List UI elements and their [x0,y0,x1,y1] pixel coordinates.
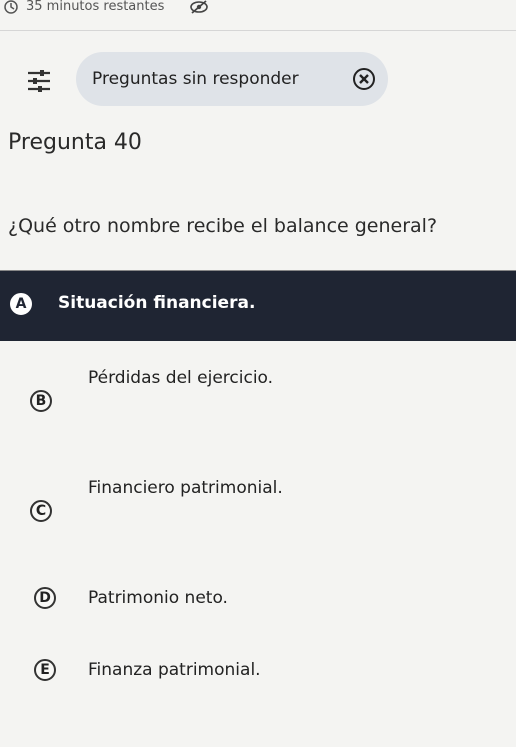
close-circle-icon[interactable] [352,67,376,91]
eye-off-icon[interactable] [190,0,208,14]
filter-icon[interactable] [26,68,52,94]
clock-icon [4,0,18,14]
question-text: ¿Qué otro nombre recibe el balance gener… [8,215,438,237]
option-text: Patrimonio neto. [88,588,228,608]
option-text: Finanza patrimonial. [88,660,261,680]
question-number: Pregunta 40 [8,130,142,155]
answer-option-d[interactable]: D Patrimonio neto. [0,580,516,620]
option-text: Financiero patrimonial. [88,478,283,498]
option-letter-badge: D [34,587,56,609]
answer-option-e[interactable]: E Finanza patrimonial. [0,652,516,692]
option-text: Situación financiera. [58,293,256,313]
time-remaining: 35 minutos restantes [26,0,165,14]
unanswered-filter-chip[interactable]: Preguntas sin responder [76,52,388,106]
answer-option-b[interactable]: B Pérdidas del ejercicio. [0,360,516,420]
timer-bar: 35 minutos restantes [0,0,516,31]
option-letter-badge: B [30,390,52,412]
answer-option-c[interactable]: C Financiero patrimonial. [0,470,516,530]
answer-option-a[interactable]: A Situación financiera. [0,270,516,341]
option-letter-badge: C [30,500,52,522]
unanswered-filter-label: Preguntas sin responder [92,69,299,89]
option-letter-badge: A [10,293,32,315]
option-letter-badge: E [34,659,56,681]
option-text: Pérdidas del ejercicio. [88,368,274,388]
